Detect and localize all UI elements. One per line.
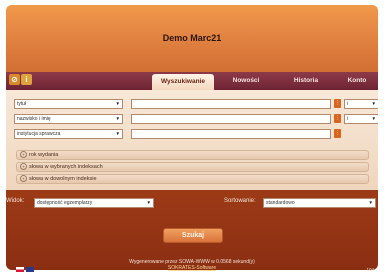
sort-select-value: standardowo (266, 200, 295, 206)
view-label: Widok: (6, 198, 25, 204)
plus-icon: + (20, 151, 27, 158)
expander-selected-indexes[interactable]: + słowa w wybranych indeksach (16, 162, 369, 172)
search-button[interactable]: Szukaj (163, 228, 223, 243)
field-select-1-label: tytuł (17, 101, 27, 107)
flag-pl-icon[interactable] (16, 267, 24, 272)
view-select[interactable]: dostępność egzemplarzy ▼ (34, 198, 154, 208)
expander-any-index-label: słowa w dowolnym indeksie (29, 176, 97, 182)
chevron-down-icon: ▼ (115, 131, 120, 136)
tab-history[interactable]: Historia (278, 75, 334, 87)
sort-label: Sortowanie: (224, 198, 256, 204)
operator-select-2[interactable]: i ▼ (344, 114, 378, 124)
search-input-1[interactable] (131, 99, 331, 109)
chevron-down-icon: ▼ (146, 200, 151, 205)
history-icon[interactable]: ⊘ (9, 74, 20, 85)
info-icon[interactable]: i (21, 74, 32, 85)
operator-select-1-label: i (347, 101, 349, 107)
chevron-down-icon: ▼ (115, 101, 120, 106)
visit-counter: 104 (366, 267, 374, 272)
plus-icon: + (20, 163, 27, 170)
footer-link[interactable]: SOKRATES-Software (0, 265, 384, 271)
field-select-2-label: nazwisko i imię (17, 116, 51, 122)
tab-news[interactable]: Nowości (218, 75, 274, 87)
page-title: Demo Marc21 (162, 33, 222, 43)
app-frame: Demo Marc21 ⊘ i Wyszukiwanie Nowości His… (6, 5, 378, 270)
sort-select[interactable]: standardowo ▼ (263, 198, 376, 208)
keyboard-icon-1[interactable]: ⋮ (334, 99, 341, 108)
chevron-down-icon: ▼ (368, 200, 373, 205)
chevron-down-icon: ▼ (371, 101, 376, 106)
chevron-down-icon: ▼ (115, 116, 120, 121)
view-select-value: dostępność egzemplarzy (37, 200, 93, 206)
plus-icon: + (20, 175, 27, 182)
search-input-2[interactable] (131, 114, 331, 124)
field-select-3-label: instytucja sprawcza (17, 131, 61, 137)
chevron-down-icon: ▼ (371, 116, 376, 121)
operator-select-1[interactable]: i ▼ (344, 99, 378, 109)
operator-select-2-label: i (347, 116, 349, 122)
expander-year-label: rok wydania (29, 152, 59, 158)
field-select-1[interactable]: tytuł ▼ (14, 99, 123, 109)
expander-year[interactable]: + rok wydania (16, 150, 369, 160)
tab-search[interactable]: Wyszukiwanie (152, 74, 214, 90)
tab-account[interactable]: Konto (336, 75, 378, 87)
header: Demo Marc21 (6, 5, 378, 72)
expander-selected-indexes-label: słowa w wybranych indeksach (29, 164, 103, 170)
keyboard-icon-3[interactable]: ⋮ (334, 129, 341, 138)
search-input-3[interactable] (131, 129, 331, 139)
flag-en-icon[interactable] (26, 267, 34, 272)
field-select-2[interactable]: nazwisko i imię ▼ (14, 114, 123, 124)
search-panel: tytuł ▼ ⋮ i ▼ nazwisko i imię ▼ ⋮ i ▼ instyt… (6, 90, 378, 190)
expander-any-index[interactable]: + słowa w dowolnym indeksie (16, 174, 369, 184)
keyboard-icon-2[interactable]: ⋮ (334, 114, 341, 123)
field-select-3[interactable]: instytucja sprawcza ▼ (14, 129, 123, 139)
